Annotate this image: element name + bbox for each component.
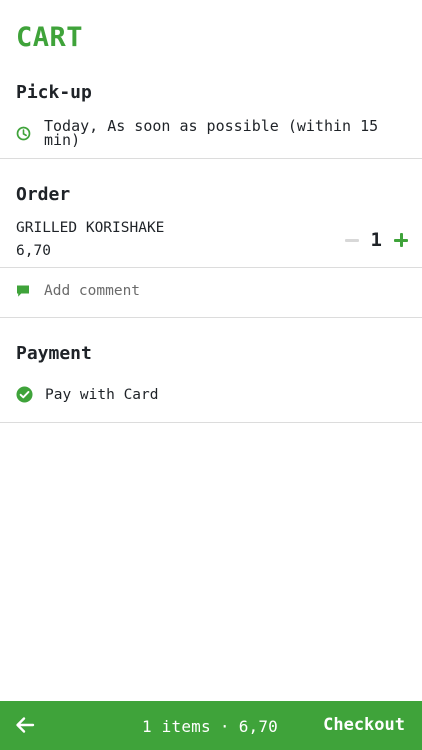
decrease-quantity-button[interactable] [344,238,359,242]
pickup-heading: Pick-up [16,82,92,103]
quantity-stepper: 1 [344,228,408,252]
arrow-left-icon [16,717,35,733]
payment-heading: Payment [16,343,92,364]
divider [0,158,422,159]
divider [0,422,422,423]
payment-method-option[interactable]: Pay with Card [16,386,159,403]
payment-method-label: Pay with Card [45,386,159,403]
clock-icon [16,126,31,141]
summary-separator: · [219,717,230,736]
back-button[interactable] [14,714,36,736]
divider [0,267,422,268]
order-item-name: GRILLED KORISHAKE [16,220,165,236]
quantity-value: 1 [370,229,382,251]
item-count: 1 items [142,717,211,736]
order-heading: Order [16,184,71,205]
check-circle-icon [16,386,33,403]
bottom-bar: 1 items · 6,70 Checkout [0,701,422,750]
add-comment-field[interactable]: Add comment [16,283,140,299]
checkout-button[interactable]: Checkout [323,715,405,735]
cart-total: 6,70 [238,717,279,736]
page-title: CART [16,22,84,53]
increase-quantity-button[interactable] [394,233,408,247]
comment-icon [17,285,29,297]
divider [0,317,422,318]
pickup-time-text: Today, As soon as possible (within 15 mi… [44,117,379,149]
pickup-time-row[interactable]: Today, As soon as possible (within 15 mi… [16,117,406,149]
add-comment-placeholder: Add comment [44,283,141,299]
cart-summary: 1 items · 6,70 [142,717,278,736]
order-item-price: 6,70 [16,243,51,259]
